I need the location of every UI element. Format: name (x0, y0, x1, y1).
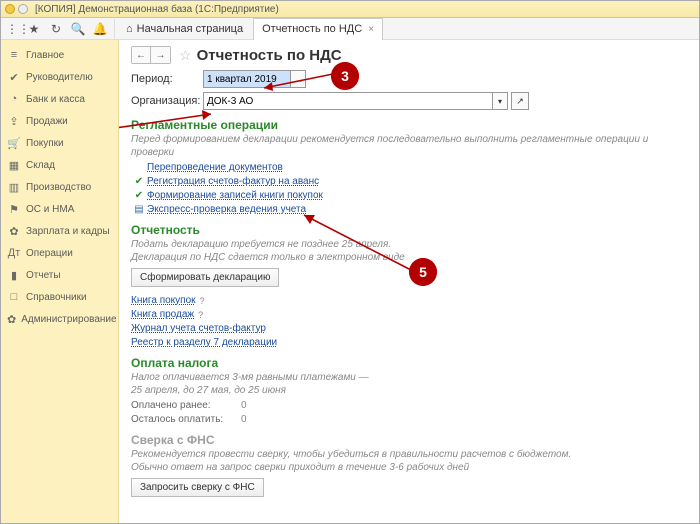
apps-icon[interactable]: ⋮⋮⋮ (1, 18, 23, 40)
home-label: Начальная страница (137, 23, 243, 35)
directories-icon: □ (7, 291, 21, 303)
title-bar: [КОПИЯ] Демонстрационная база (1С:Предпр… (1, 1, 699, 18)
window-control-icon[interactable] (5, 4, 15, 14)
sidebar-item-purchases[interactable]: 🛒 Покупки (1, 132, 118, 154)
callout-3: 3 (331, 62, 359, 90)
tab-vat-report[interactable]: Отчетность по НДС × (253, 18, 383, 40)
sidebar-item-label: Покупки (26, 138, 64, 149)
operations-icon: Дт (7, 247, 21, 259)
link-invoice-journal[interactable]: Журнал учета счетов-фактур (131, 323, 266, 334)
section-report-title: Отчетность (131, 223, 687, 237)
salary-icon: ✿ (7, 225, 21, 238)
close-icon[interactable]: × (368, 24, 374, 35)
period-picker-button[interactable]: … (291, 70, 306, 88)
sidebar-item-assets[interactable]: ⚑ ОС и НМА (1, 198, 118, 220)
sidebar-item-operations[interactable]: Дт Операции (1, 242, 118, 264)
check-icon: ✔ (131, 176, 147, 187)
remaining-value: 0 (241, 414, 247, 425)
check-icon: ✔ (131, 190, 147, 201)
reports-icon: ▮ (7, 269, 21, 282)
sidebar-item-label: Справочники (26, 292, 87, 303)
help-icon[interactable]: ? (198, 310, 203, 320)
assets-icon: ⚑ (7, 203, 21, 216)
section-report-hint1: Подать декларацию требуется не позднее 2… (131, 239, 687, 252)
sidebar-item-bank[interactable]: ◔ Банк и касса (1, 88, 118, 110)
window-title: [КОПИЯ] Демонстрационная база (1С:Предпр… (35, 4, 279, 15)
tab-label: Отчетность по НДС (262, 23, 362, 35)
sidebar-item-reports[interactable]: ▮ Отчеты (1, 264, 118, 286)
bell-icon[interactable]: 🔔 (89, 18, 111, 40)
history-icon[interactable]: ↻ (45, 18, 67, 40)
gear-icon: ✿ (7, 313, 16, 326)
period-label: Период: (131, 73, 203, 85)
link-section7-registry[interactable]: Реестр к разделу 7 декларации (131, 337, 277, 348)
paid-before-label: Оплачено ранее: (131, 400, 241, 411)
favorite-icon[interactable]: ☆ (179, 47, 192, 64)
sidebar-item-label: Руководителю (26, 72, 93, 83)
section-reg-ops-hint: Перед формированием декларации рекоменду… (131, 134, 687, 159)
period-input[interactable] (203, 70, 291, 88)
main-content: ← → ☆ Отчетность по НДС Период: … Органи… (119, 40, 699, 524)
sidebar-item-salary[interactable]: ✿ Зарплата и кадры (1, 220, 118, 242)
sidebar-item-label: Производство (26, 182, 91, 193)
sidebar-item-production[interactable]: ▥ Производство (1, 176, 118, 198)
org-input[interactable] (203, 92, 493, 110)
sidebar-item-admin[interactable]: ✿ Администрирование (1, 308, 118, 330)
sales-icon: ⇪ (7, 115, 21, 128)
link-book-purchases[interactable]: Книга покупок (131, 295, 196, 306)
help-icon[interactable]: ? (200, 296, 205, 306)
star-icon[interactable]: ★ (23, 18, 45, 40)
section-report-hint2: Декларация по НДС сдается только в элект… (131, 252, 687, 265)
nav-back-button[interactable]: ← (131, 46, 151, 64)
sidebar-item-directories[interactable]: □ Справочники (1, 286, 118, 308)
sidebar-item-main[interactable]: ≡ Главное (1, 44, 118, 66)
sidebar-item-label: Операции (26, 248, 73, 259)
org-label: Организация: (131, 95, 203, 107)
org-dropdown-button[interactable]: ▾ (493, 92, 508, 110)
sidebar-item-label: ОС и НМА (26, 204, 74, 215)
sidebar-item-label: Администрирование (21, 314, 116, 325)
callout-5: 5 (409, 258, 437, 286)
section-tax-title: Оплата налога (131, 356, 687, 370)
org-open-button[interactable]: ↗ (511, 92, 529, 110)
link-repost-docs[interactable]: Перепроведение документов (147, 162, 283, 173)
remaining-label: Осталось оплатить: (131, 414, 241, 425)
home-icon: ⌂ (126, 23, 133, 35)
paid-before-value: 0 (241, 400, 247, 411)
sidebar-item-label: Банк и касса (26, 94, 85, 105)
search-icon[interactable]: 🔍 (67, 18, 89, 40)
window-control-icon[interactable] (18, 4, 28, 14)
cart-icon: 🛒 (7, 137, 21, 150)
nav-group: ← → (131, 46, 171, 64)
request-sverka-button[interactable]: Запросить сверку с ФНС (131, 478, 264, 497)
generate-declaration-button[interactable]: Сформировать декларацию (131, 268, 279, 287)
sidebar-item-warehouse[interactable]: ▦ Склад (1, 154, 118, 176)
section-sverka-hint: Рекомендуется провести сверку, чтобы убе… (131, 449, 687, 474)
sidebar-item-label: Продажи (26, 116, 68, 127)
bank-icon: ◔ (7, 93, 21, 105)
link-express-check[interactable]: Экспресс-проверка ведения учета (147, 204, 306, 215)
top-toolbar: ⋮⋮⋮ ★ ↻ 🔍 🔔 ⌂ Начальная страница Отчетно… (1, 18, 699, 40)
link-book-sales[interactable]: Книга продаж (131, 309, 194, 320)
doc-icon: ▤ (131, 204, 147, 215)
sidebar-item-label: Отчеты (26, 270, 61, 281)
nav-forward-button[interactable]: → (151, 46, 171, 64)
link-book-entries[interactable]: Формирование записей книги покупок (147, 190, 323, 201)
link-invoice-advance[interactable]: Регистрация счетов-фактур на аванс (147, 176, 319, 187)
check-icon: ✔ (7, 71, 21, 84)
warehouse-icon: ▦ (7, 159, 21, 172)
menu-icon: ≡ (7, 49, 21, 61)
sidebar-item-label: Зарплата и кадры (26, 226, 110, 237)
production-icon: ▥ (7, 181, 21, 194)
sidebar: ≡ Главное ✔ Руководителю ◔ Банк и касса ⇪ Пр… (1, 40, 119, 524)
sidebar-item-label: Главное (26, 50, 64, 61)
tab-home[interactable]: ⌂ Начальная страница (118, 18, 251, 40)
sidebar-item-label: Склад (26, 160, 55, 171)
section-reg-ops-title: Регламентные операции (131, 118, 687, 132)
section-sverka-title: Сверка с ФНС (131, 433, 687, 447)
sidebar-item-manager[interactable]: ✔ Руководителю (1, 66, 118, 88)
page-title: Отчетность по НДС (197, 47, 342, 64)
sidebar-item-sales[interactable]: ⇪ Продажи (1, 110, 118, 132)
section-tax-hint: Налог оплачивается 3-мя равными платежам… (131, 372, 687, 397)
